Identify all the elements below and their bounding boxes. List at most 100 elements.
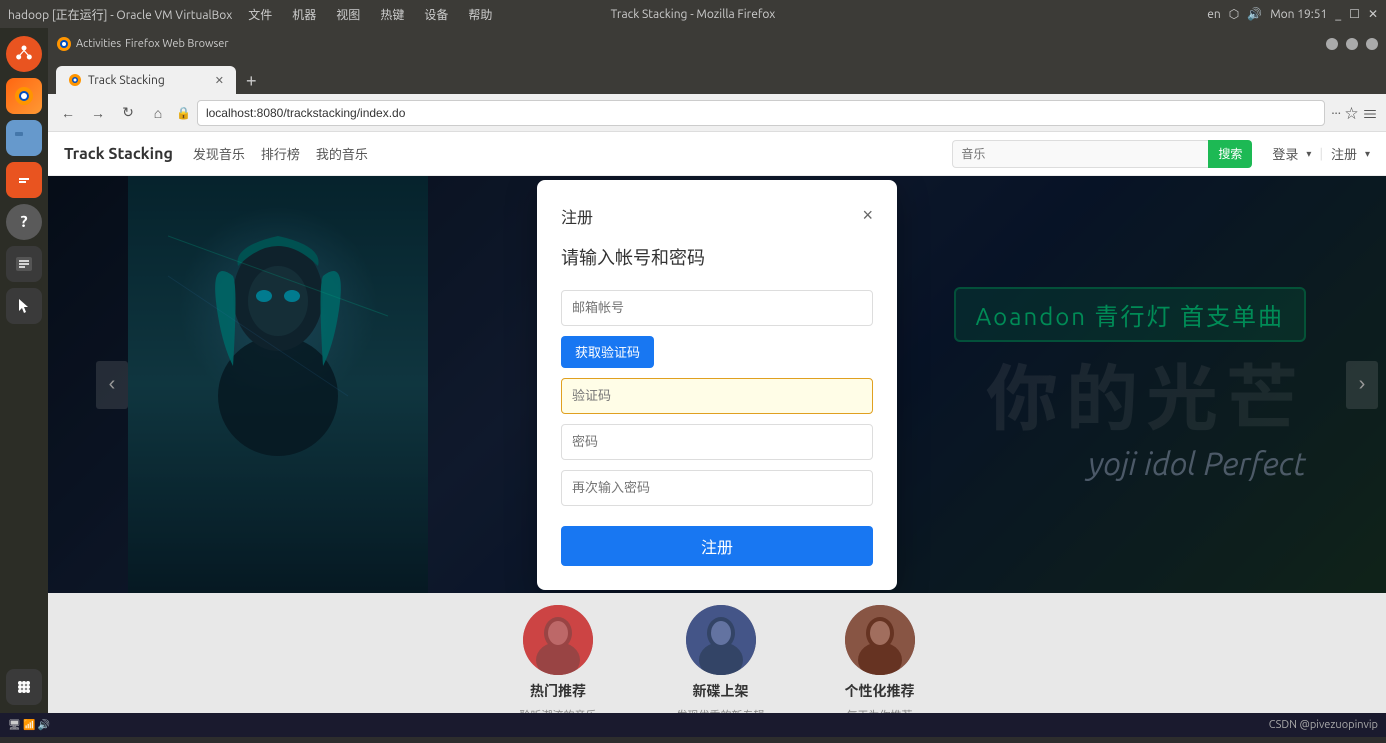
tab-title: Track Stacking xyxy=(88,74,165,87)
email-input-wrap xyxy=(561,290,873,326)
tab-close-btn[interactable]: ✕ xyxy=(215,74,224,87)
register-arrow: ▾ xyxy=(1365,148,1370,160)
site-nav-links: 发现音乐 排行榜 我的音乐 xyxy=(193,144,368,163)
status-app-icons: 🖥 📶 🔊 xyxy=(8,719,50,731)
password-input[interactable] xyxy=(561,424,873,460)
os-menu-item-hotkey[interactable]: 热键 xyxy=(376,6,408,23)
get-code-btn[interactable]: 获取验证码 xyxy=(561,336,654,368)
os-lang: en xyxy=(1207,8,1220,21)
category-hot-label: 热门推荐 xyxy=(530,681,586,701)
login-link[interactable]: 登录 xyxy=(1272,144,1298,163)
get-code-group: 获取验证码 xyxy=(561,336,873,368)
category-new-label: 新碟上架 xyxy=(693,681,749,701)
category-personal: 个性化推荐 每天为你推荐 xyxy=(845,605,915,713)
dock-apps-btn[interactable] xyxy=(6,669,42,705)
os-win-close[interactable]: ✕ xyxy=(1368,7,1378,21)
os-menu-item-view[interactable]: 视图 xyxy=(332,6,364,23)
firefox-browser-icon xyxy=(56,36,72,52)
browser-titlebar: Activities Firefox Web Browser xyxy=(48,28,1386,60)
site-search-input[interactable] xyxy=(952,140,1208,168)
os-win-maximize[interactable]: ☐ xyxy=(1349,7,1360,21)
email-input[interactable] xyxy=(561,290,873,326)
win-maximize-btn[interactable] xyxy=(1346,38,1358,50)
firefox-browser-label[interactable]: Firefox Web Browser xyxy=(125,38,228,50)
website-content: Track Stacking 发现音乐 排行榜 我的音乐 搜索 登录 ▾ | 注… xyxy=(48,132,1386,713)
dock-icon-firefox[interactable] xyxy=(6,78,42,114)
reload-btn[interactable]: ↻ xyxy=(116,101,140,125)
email-row xyxy=(561,290,873,326)
os-volume-icon: 🔊 xyxy=(1247,7,1262,21)
register-link[interactable]: 注册 xyxy=(1331,144,1357,163)
toolbar-menu-icon[interactable]: ≡ xyxy=(1362,101,1378,125)
register-modal: 注册 × 请输入帐号和密码 获取验证码 xyxy=(537,180,897,590)
forward-btn[interactable]: → xyxy=(86,101,110,125)
modal-close-btn[interactable]: × xyxy=(862,205,873,226)
home-btn[interactable]: ⌂ xyxy=(146,101,170,125)
modal-title: 注册 xyxy=(561,204,593,228)
os-system-tray: en ⬡ 🔊 Mon 19:51 _ ☐ ✕ xyxy=(1207,7,1378,21)
win-minimize-btn[interactable] xyxy=(1326,38,1338,50)
modal-header: 注册 × xyxy=(561,204,873,228)
back-btn[interactable]: ← xyxy=(56,101,80,125)
login-arrow: ▾ xyxy=(1306,148,1311,160)
confirm-password-group xyxy=(561,470,873,506)
os-window-title: hadoop [正在运行] - Oracle VM VirtualBox xyxy=(8,6,232,23)
os-menu-item-machine[interactable]: 机器 xyxy=(288,6,320,23)
new-tab-btn[interactable]: + xyxy=(240,71,263,92)
activities-btn-label[interactable]: Activities xyxy=(76,38,121,50)
tab-favicon xyxy=(68,73,82,87)
category-personal-desc: 每天为你推荐 xyxy=(847,707,913,713)
dock-apps-icon[interactable] xyxy=(6,669,42,705)
browser-toolbar: ← → ↻ ⌂ 🔒 ··· ☆ ≡ xyxy=(48,94,1386,132)
dock-icon-help[interactable]: ? xyxy=(6,204,42,240)
category-personal-label: 个性化推荐 xyxy=(845,681,915,701)
status-bar-right: CSDN @pivezuopinvip xyxy=(1269,719,1378,731)
register-submit-btn[interactable]: 注册 xyxy=(561,526,873,566)
status-bar: 🖥 📶 🔊 CSDN @pivezuopinvip xyxy=(0,713,1386,737)
code-input[interactable] xyxy=(561,378,873,414)
site-navbar: Track Stacking 发现音乐 排行榜 我的音乐 搜索 登录 ▾ | 注… xyxy=(48,132,1386,176)
site-banner: Aoandon 青行灯 首支单曲 你的光芒 yoji idol Perfect … xyxy=(48,176,1386,593)
win-close-btn[interactable] xyxy=(1366,38,1378,50)
dock-icon-ubuntu[interactable] xyxy=(6,36,42,72)
os-win-minimize[interactable]: _ xyxy=(1335,8,1341,21)
modal-overlay: 注册 × 请输入帐号和密码 获取验证码 xyxy=(48,176,1386,593)
os-menu-item-device[interactable]: 设备 xyxy=(420,6,452,23)
site-bottom-categories: 热门推荐 聆听潮流的音乐 新碟上架 发现优秀的新专辑 个性化推荐 每天为你推荐 xyxy=(48,593,1386,713)
site-search-btn[interactable]: 搜索 xyxy=(1208,140,1252,168)
status-bar-left: 🖥 📶 🔊 xyxy=(8,719,50,731)
nav-discover[interactable]: 发现音乐 xyxy=(193,144,245,163)
modal-subtitle: 请输入帐号和密码 xyxy=(561,244,873,270)
toolbar-more-btn[interactable]: ··· xyxy=(1331,106,1341,120)
nav-ranking[interactable]: 排行榜 xyxy=(261,144,300,163)
dock-icon-software[interactable] xyxy=(6,162,42,198)
category-personal-avatar xyxy=(845,605,915,675)
dock-icon-pointer[interactable] xyxy=(6,288,42,324)
confirm-password-input[interactable] xyxy=(561,470,873,506)
os-menu-item-file[interactable]: 文件 xyxy=(244,6,276,23)
dock-icon-files[interactable] xyxy=(6,120,42,156)
password-group xyxy=(561,424,873,460)
browser-window: Activities Firefox Web Browser Track Sta… xyxy=(48,28,1386,713)
toolbar-icons: ··· ☆ ≡ xyxy=(1331,101,1378,125)
os-window-title-center: Track Stacking - Mozilla Firefox xyxy=(611,8,776,21)
category-new-desc: 发现优秀的新专辑 xyxy=(677,707,765,713)
os-topbar: hadoop [正在运行] - Oracle VM VirtualBox 文件 … xyxy=(0,0,1386,28)
ubuntu-dock: ? xyxy=(0,28,48,713)
os-menu-item-help[interactable]: 帮助 xyxy=(464,6,496,23)
nav-my-music[interactable]: 我的音乐 xyxy=(316,144,368,163)
site-search-area: 搜索 xyxy=(952,140,1252,168)
window-controls xyxy=(1326,38,1378,50)
os-title-bar: hadoop [正在运行] - Oracle VM VirtualBox 文件 … xyxy=(8,6,496,23)
browser-tab-active[interactable]: Track Stacking ✕ xyxy=(56,66,236,94)
shield-icon: 🔒 xyxy=(176,106,191,120)
toolbar-bookmark-icon[interactable]: ☆ xyxy=(1345,103,1358,122)
dock-icon-scroll[interactable] xyxy=(6,246,42,282)
category-new: 新碟上架 发现优秀的新专辑 xyxy=(677,605,765,713)
code-group xyxy=(561,378,873,414)
category-hot-desc: 聆听潮流的音乐 xyxy=(520,707,597,713)
category-hot: 热门推荐 聆听潮流的音乐 xyxy=(520,605,597,713)
url-bar[interactable] xyxy=(197,100,1325,126)
category-new-avatar xyxy=(686,605,756,675)
browser-tabbar: Track Stacking ✕ + xyxy=(48,60,1386,94)
